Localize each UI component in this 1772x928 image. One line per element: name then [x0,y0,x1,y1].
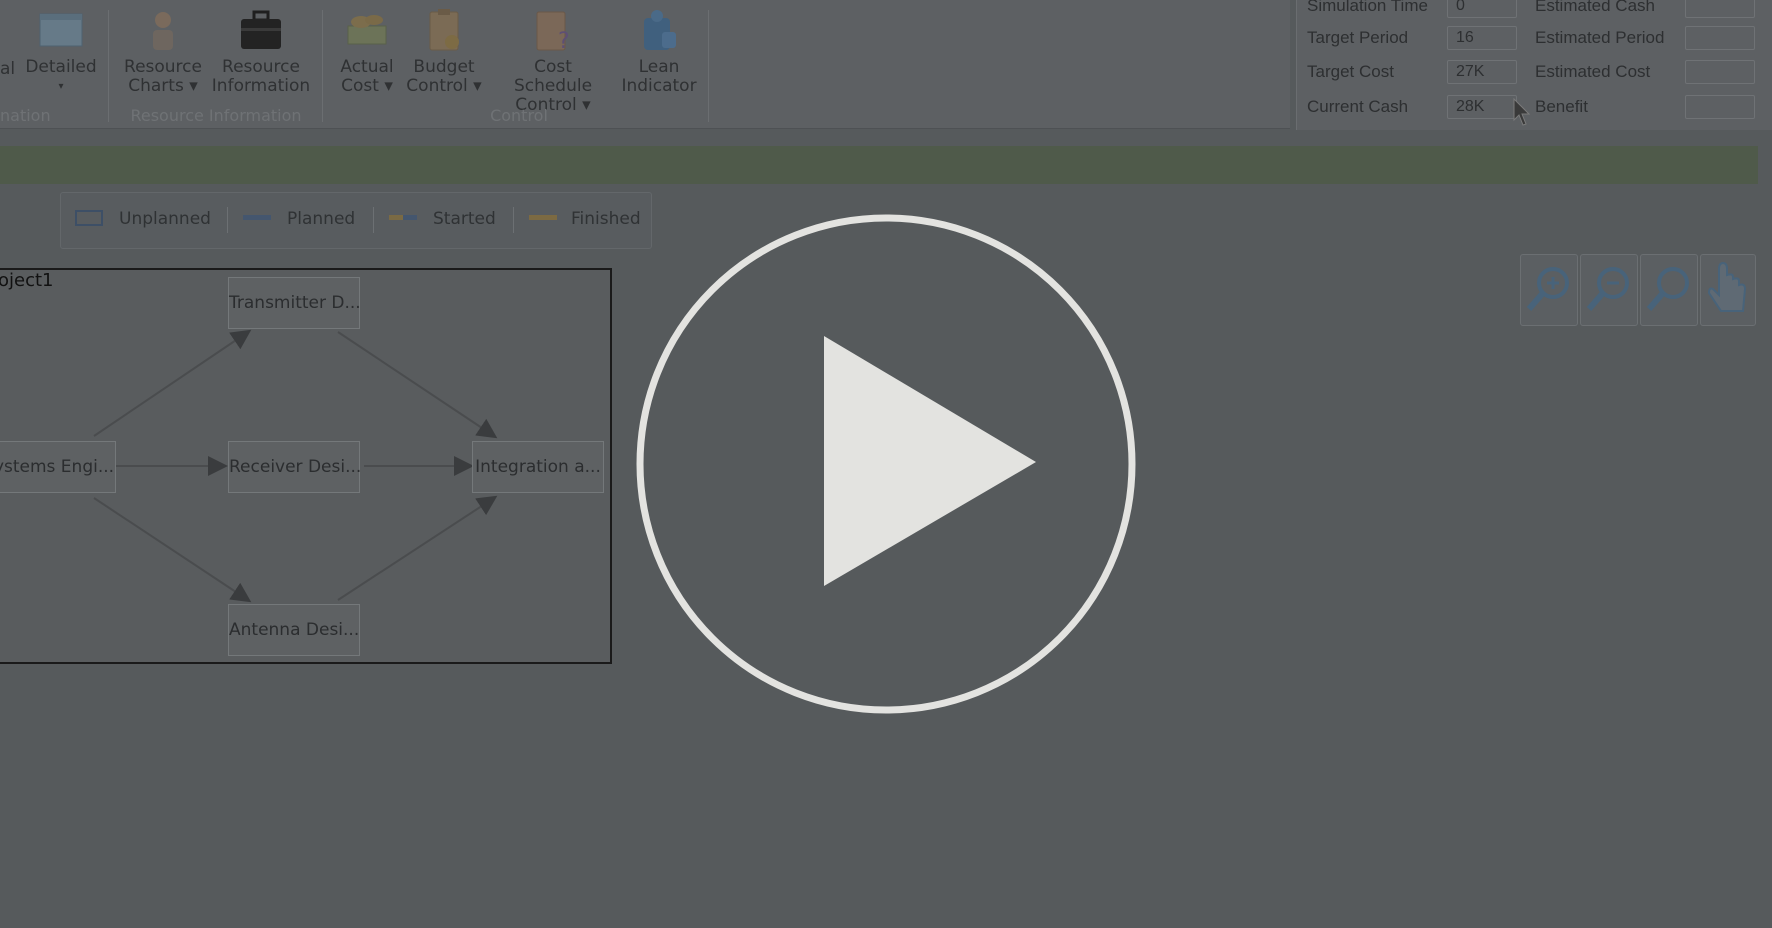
estimated-cost-field[interactable] [1685,60,1755,84]
ribbon-divider [108,10,109,122]
resource-charts-label1: Resource [124,57,202,77]
pan-button[interactable] [1700,254,1756,326]
budget-control-button[interactable]: Budget Control ▾ [404,8,484,96]
detailed-view-icon [38,8,84,52]
ribbon-button-partial[interactable]: al [0,59,16,79]
resource-charts-button[interactable]: Resource Charts ▾ [120,8,206,96]
actual-cost-label1: Actual [340,57,394,77]
legend-divider [227,207,228,233]
app-window: al Detailed ▾ Resource Charts ▾ Resource… [0,0,1772,928]
zoom-out-icon [1586,267,1629,311]
task-node-systems[interactable]: ystems Engi... [0,441,116,493]
estimated-period-label: Estimated Period [1535,28,1665,47]
zoom-out-button[interactable] [1580,254,1638,326]
actual-cost-button[interactable]: Actual Cost ▾ [332,8,402,96]
simulation-time-field[interactable]: 0 [1447,0,1517,18]
legend-planned: Planned [287,209,356,229]
detailed-label: Detailed [25,57,97,77]
simulation-time-label: Simulation Time [1307,0,1428,15]
cost-schedule-label1: Cost Schedule [513,57,593,96]
resource-charts-icon [140,8,186,52]
status-legend: Unplanned Planned Started Finished [60,192,652,249]
project-network-diagram[interactable]: oject1 Transmitter D... ystems Engi... R… [0,268,612,664]
zoom-in-icon [1526,267,1569,311]
legend-divider [513,207,514,233]
money-icon [344,8,390,52]
ribbon-toolbar: al Detailed ▾ Resource Charts ▾ Resource… [0,0,1290,129]
zoom-in-button[interactable] [1520,254,1578,326]
budget-control-label1: Budget [413,57,475,77]
benefit-field[interactable] [1685,95,1755,119]
cost-schedule-control-button[interactable]: ? Cost Schedule Control ▾ [494,8,612,115]
ribbon-group-label: Control [490,106,548,125]
detailed-button[interactable]: Detailed ▾ [22,8,100,96]
schedule-question-icon: ? [530,8,576,54]
task-node-receiver[interactable]: Receiver Desi... [228,441,361,493]
detailed-dropdown: ▾ [58,81,64,92]
target-period-field[interactable]: 16 [1447,26,1517,50]
estimated-cost-label: Estimated Cost [1535,62,1651,81]
briefcase-icon [238,8,284,52]
ribbon-divider [708,10,709,122]
target-cost-label: Target Cost [1307,62,1394,81]
zoom-fit-icon [1646,267,1689,311]
budget-control-label2: Control ▾ [406,76,482,96]
legend-divider [373,207,374,233]
legend-started: Started [433,209,496,229]
benefit-label: Benefit [1535,97,1588,116]
target-cost-field[interactable]: 27K [1447,60,1517,84]
resource-information-label2: Information [211,76,311,96]
task-node-antenna[interactable]: Antenna Desi... [228,604,360,656]
video-play-button[interactable] [636,214,1136,714]
svg-text:?: ? [558,29,570,52]
finished-swatch [529,215,557,220]
task-node-transmitter[interactable]: Transmitter D... [228,277,361,329]
target-period-label: Target Period [1307,28,1409,47]
header-banner [0,146,1758,184]
ribbon-divider [322,10,323,122]
resource-charts-label2: Charts ▾ [128,76,198,96]
actual-cost-label2: Cost ▾ [341,76,393,96]
current-cash-field[interactable]: 28K [1447,95,1517,119]
clipboard-icon [421,8,467,52]
current-cash-label: Current Cash [1307,97,1409,116]
simulation-stats-panel: Simulation Time 0 Target Period 16 Targe… [1296,0,1772,130]
ribbon-group-label: Resource Information [130,106,302,125]
planned-swatch [243,215,271,220]
estimated-cash-label: Estimated Cash [1535,0,1655,15]
zoom-fit-button[interactable] [1640,254,1698,326]
estimated-cash-field[interactable] [1685,0,1755,18]
resource-information-button[interactable]: Resource Information [210,8,312,96]
estimated-period-field[interactable] [1685,26,1755,50]
task-node-integration[interactable]: Integration a... [472,441,604,493]
mouse-cursor-icon [1513,98,1531,126]
lean-indicator-label1: Lean [638,57,680,77]
resource-information-label1: Resource [222,57,300,77]
started-swatch [389,215,417,220]
lean-indicator-icon [636,8,682,52]
pan-hand-icon [1707,261,1747,312]
ribbon-button-label: al [0,59,16,79]
lean-indicator-label2: Indicator [621,76,697,96]
unplanned-swatch [75,210,103,226]
legend-unplanned: Unplanned [119,209,211,229]
lean-indicator-button[interactable]: Lean Indicator [618,8,700,96]
play-icon [636,214,1136,714]
legend-finished: Finished [571,209,641,229]
ribbon-group-label: nation [0,106,51,125]
